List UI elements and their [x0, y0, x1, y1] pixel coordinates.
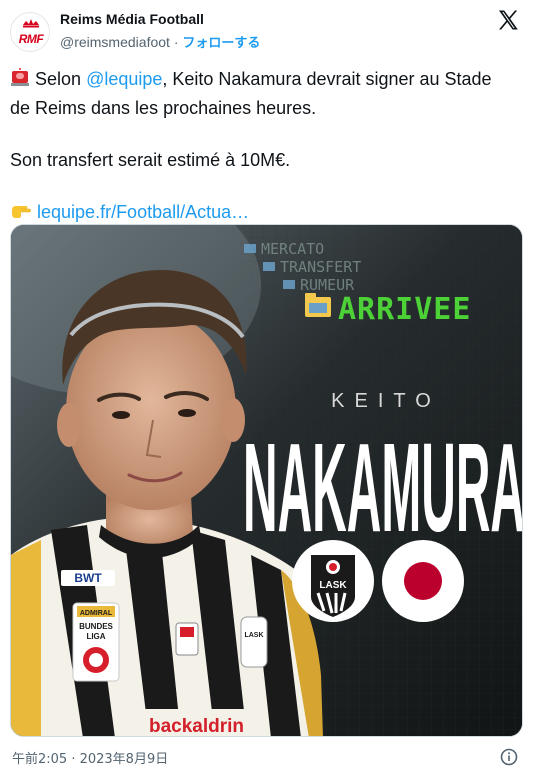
player-last-name: NAKAMURA — [243, 417, 523, 558]
tag-mercato: MERCATO — [261, 240, 324, 258]
avatar[interactable]: RMF — [10, 12, 50, 52]
crest-text: LASK — [244, 632, 263, 639]
follow-button[interactable]: フォローする — [182, 36, 260, 51]
tag-transfert: TRANSFERT — [280, 258, 361, 276]
x-logo-icon[interactable] — [496, 8, 520, 32]
league-patch-bottom: LIGA — [86, 632, 105, 641]
info-icon[interactable] — [500, 748, 518, 766]
tweet-text: Selon @lequipe, Keito Nakamura devrait s… — [10, 66, 510, 228]
handle[interactable]: @reimsmediafoot — [60, 34, 170, 50]
japan-flag-icon — [382, 540, 464, 622]
league-patch-top: ADMIRAL — [80, 610, 113, 617]
lask-badge-icon: LASK — [292, 540, 374, 622]
avatar-label: RMF — [18, 32, 44, 46]
display-name[interactable]: Reims Média Football — [60, 11, 204, 27]
shirt-sponsor-text: BWT — [74, 571, 102, 585]
article-link[interactable]: lequipe.fr/Football/Actua… — [37, 202, 249, 222]
transfer-graphic: BWT ADMIRAL BUNDES LIGA LASK backaldrin … — [11, 225, 523, 737]
status-arrivee: ARRIVEE — [338, 292, 471, 327]
mention-link[interactable]: @lequipe — [86, 69, 162, 89]
league-patch-mid: BUNDES — [79, 622, 113, 631]
chest-sponsor-text: backaldrin — [149, 716, 244, 737]
tweet-paragraph-1: Selon @lequipe, Keito Nakamura devrait s… — [10, 66, 510, 121]
police-light-icon — [10, 68, 30, 95]
handle-line: @reimsmediafoot · フォローする — [60, 32, 260, 51]
lask-badge-text: LASK — [319, 580, 347, 591]
timestamp[interactable]: 午前2:05 · 2023年8月9日 — [12, 748, 168, 767]
handle-separator: · — [173, 34, 179, 50]
tweet-card: RMF Reims Média Football @reimsmediafoot… — [0, 0, 534, 774]
media-image[interactable]: BWT ADMIRAL BUNDES LIGA LASK backaldrin … — [10, 224, 523, 737]
player-first-name: KEITO — [331, 390, 441, 412]
tweet-paragraph-2: Son transfert serait estimé à 10M€. — [10, 150, 291, 170]
tweet-text-intro: Selon — [35, 69, 87, 89]
